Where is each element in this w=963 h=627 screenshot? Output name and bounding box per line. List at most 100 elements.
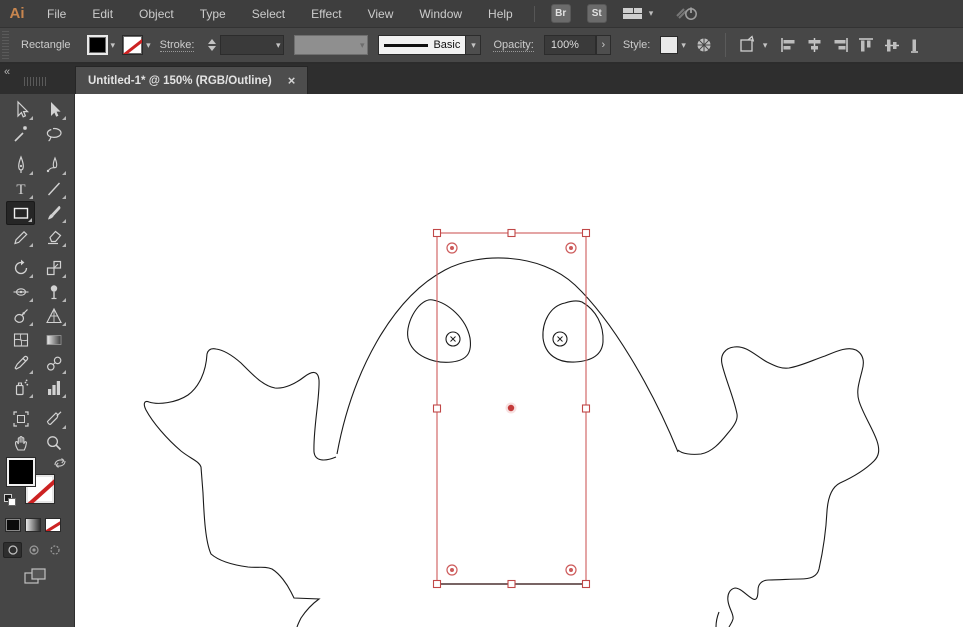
tool-blend[interactable]: [39, 352, 68, 376]
width-profile-dropdown: ▾: [294, 35, 369, 55]
tool-artboard[interactable]: [6, 407, 35, 431]
tool-width[interactable]: [6, 280, 35, 304]
collapse-panel-button[interactable]: «: [4, 66, 10, 78]
controlbar-separator: [724, 33, 726, 57]
bridge-button[interactable]: Br: [550, 4, 571, 23]
panel-grip[interactable]: [24, 77, 48, 86]
gradient-mode-button[interactable]: [25, 518, 41, 532]
menu-edit[interactable]: Edit: [79, 0, 126, 28]
chevron-down-icon: ▾: [471, 39, 476, 50]
chevron-down-icon[interactable]: ▾: [143, 40, 154, 51]
illustrator-window: Ai File Edit Object Type Select Effect V…: [0, 0, 963, 627]
tool-eraser[interactable]: [39, 225, 68, 249]
brush-definition-combo[interactable]: Basic ▾: [378, 35, 482, 55]
tool-direct-selection[interactable]: [39, 98, 68, 122]
chevron-down-icon[interactable]: ▾: [678, 40, 689, 51]
stroke-weight-label[interactable]: Stroke:: [159, 39, 195, 52]
align-right-button[interactable]: [832, 37, 849, 53]
tool-type[interactable]: T: [6, 177, 35, 201]
align-center-horizontal-button[interactable]: [806, 37, 823, 53]
tool-rectangle[interactable]: [6, 201, 35, 225]
zoom-magnifier-icon: [46, 436, 61, 451]
tool-curvature[interactable]: [39, 153, 68, 177]
tool-pen[interactable]: [6, 153, 35, 177]
menu-type[interactable]: Type: [187, 0, 239, 28]
brush-dropdown-button[interactable]: ▾: [466, 35, 482, 55]
tool-eyedropper[interactable]: [6, 352, 35, 376]
stroke-weight-stepper[interactable]: [204, 37, 220, 53]
controlbar-grip[interactable]: [2, 31, 9, 59]
tool-mesh[interactable]: [6, 328, 35, 352]
default-fill-stroke-icon[interactable]: [4, 494, 17, 506]
tool-paintbrush[interactable]: [39, 201, 68, 225]
swap-fill-stroke-icon[interactable]: [52, 456, 68, 475]
ghost-tail-path: [715, 611, 720, 627]
tool-perspective-grid[interactable]: [39, 304, 68, 328]
fill-well[interactable]: [6, 457, 36, 487]
workspace-switcher[interactable]: ▾: [622, 8, 653, 19]
document-tab[interactable]: Untitled-1* @ 150% (RGB/Outline) ×: [75, 66, 309, 94]
artboard-canvas[interactable]: [75, 94, 963, 627]
curvature-pen-icon: [46, 156, 57, 173]
stock-button[interactable]: St: [586, 4, 607, 23]
tool-column-graph[interactable]: [39, 376, 68, 400]
ghost-outline-paths: [143, 257, 880, 627]
close-tab-button[interactable]: ×: [288, 73, 296, 88]
none-mode-button[interactable]: [45, 518, 61, 532]
graphic-style-swatch[interactable]: [660, 36, 679, 54]
magic-wand-icon: [13, 126, 27, 142]
sync-power-icon[interactable]: [675, 6, 701, 22]
fill-color-swatch[interactable]: [86, 35, 108, 55]
draw-behind-button[interactable]: [24, 542, 43, 558]
tool-rotate[interactable]: [6, 256, 35, 280]
align-buttons: [780, 37, 919, 54]
document-setup-globe-icon[interactable]: [695, 36, 713, 54]
tool-magic-wand[interactable]: [6, 122, 35, 146]
tool-shape-builder[interactable]: [6, 304, 35, 328]
left-eye-center-mark: [445, 331, 461, 347]
selection-bounding-box[interactable]: [432, 228, 591, 589]
tool-zoom[interactable]: [39, 431, 68, 455]
menu-window[interactable]: Window: [406, 0, 475, 28]
tool-selection[interactable]: [6, 98, 35, 122]
lasso-icon: [46, 127, 62, 142]
tool-lasso[interactable]: [39, 122, 68, 146]
chevron-down-icon[interactable]: ▾: [108, 40, 119, 51]
transform-options-button[interactable]: ▾: [738, 35, 771, 55]
align-middle-vertical-button[interactable]: [884, 37, 901, 54]
opacity-expand-button[interactable]: ›: [595, 35, 611, 55]
opacity-label[interactable]: Opacity:: [493, 39, 534, 52]
menu-effect[interactable]: Effect: [298, 0, 354, 28]
tool-gradient[interactable]: [39, 328, 68, 352]
document-tab-bar: « Untitled-1* @ 150% (RGB/Outline) ×: [0, 64, 963, 94]
tool-line-segment[interactable]: [39, 177, 68, 201]
draw-normal-button[interactable]: [3, 542, 22, 558]
selection-center-dot: [505, 402, 517, 414]
menu-object[interactable]: Object: [126, 0, 187, 28]
chevron-down-icon: ▾: [275, 39, 281, 50]
menu-file[interactable]: File: [34, 0, 79, 28]
screen-mode-button[interactable]: [24, 568, 48, 591]
opacity-input[interactable]: 100%: [543, 35, 596, 55]
align-top-button[interactable]: [858, 37, 875, 54]
tool-scale[interactable]: [39, 256, 68, 280]
tool-free-transform[interactable]: [39, 280, 68, 304]
tool-hand[interactable]: [6, 431, 35, 455]
align-bottom-button[interactable]: [910, 37, 919, 54]
toolbar-dock-header: «: [0, 64, 75, 94]
tool-pencil[interactable]: [6, 225, 35, 249]
tool-slice[interactable]: [39, 407, 68, 431]
menu-view[interactable]: View: [355, 0, 407, 28]
color-mode-button[interactable]: [5, 518, 21, 532]
draw-inside-button[interactable]: [45, 542, 64, 558]
menu-select[interactable]: Select: [239, 0, 298, 28]
stroke-weight-dropdown[interactable]: ▾: [220, 35, 285, 55]
slice-knife-icon: [46, 411, 61, 425]
paint-mode-buttons: [5, 518, 61, 532]
stroke-color-swatch[interactable]: [122, 35, 144, 55]
tool-symbol-sprayer[interactable]: [6, 376, 35, 400]
menu-help[interactable]: Help: [475, 0, 526, 28]
align-left-button[interactable]: [780, 37, 797, 53]
brush-preview[interactable]: Basic: [378, 35, 467, 55]
free-transform-pin-icon: [50, 285, 57, 300]
